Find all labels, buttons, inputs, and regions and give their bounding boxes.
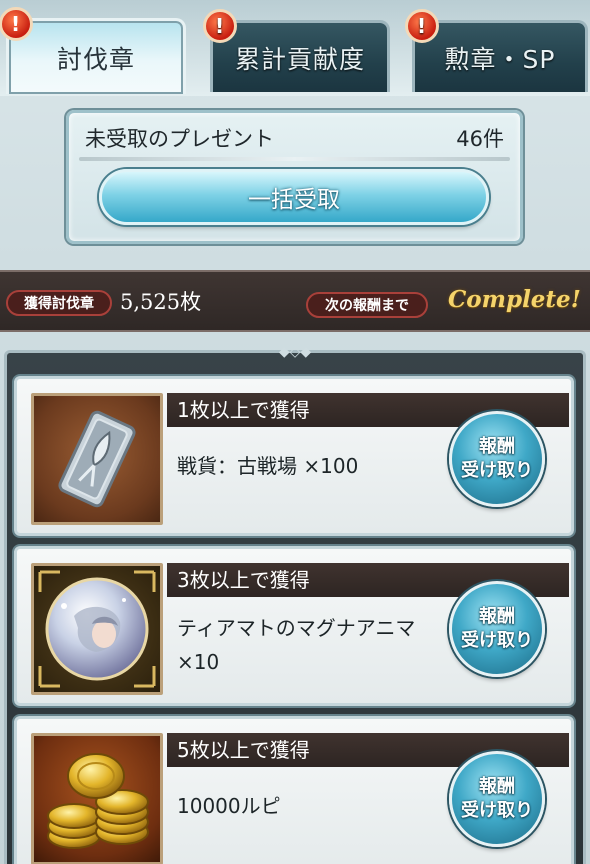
alert-icon: ! xyxy=(0,7,33,41)
claim-reward-button[interactable]: 報酬 受け取り xyxy=(449,411,545,507)
claim-button-line1: 報酬 xyxy=(479,776,515,797)
bulk-claim-button[interactable]: 一括受取 xyxy=(99,169,489,225)
reward-item-name: 戦貨：古戦場 ×100 xyxy=(177,454,359,478)
claim-button-line2: 受け取り xyxy=(461,460,533,481)
tab-medals-sp[interactable]: ! 勲章・SP xyxy=(405,9,588,92)
claim-button-line1: 報酬 xyxy=(479,606,515,627)
badge-status-bar: 獲得討伐章 5,525枚 次の報酬まで Complete! xyxy=(0,270,590,332)
reward-item: 1枚以上で獲得 戦貨：古戦場 ×100 報酬 受け取り xyxy=(14,376,574,536)
tab-battle-badges[interactable]: ! 討伐章 xyxy=(0,7,186,94)
claim-button-line2: 受け取り xyxy=(461,800,533,821)
next-reward-status: Complete! xyxy=(448,286,581,313)
tab-label: 累計貢献度 xyxy=(234,44,365,74)
present-label: 未受取のプレゼント xyxy=(85,127,274,151)
tab-label: 討伐章 xyxy=(56,44,135,74)
obtained-badges-label: 獲得討伐章 xyxy=(6,290,112,316)
divider xyxy=(79,157,510,161)
tab-label: 勲章・SP xyxy=(444,44,556,74)
next-reward-label: 次の報酬まで xyxy=(306,292,428,318)
magna-anima-orb-icon xyxy=(31,563,163,695)
rupie-coins-icon xyxy=(31,733,163,864)
alert-icon: ! xyxy=(405,9,439,43)
claim-button-line2: 受け取り xyxy=(461,630,533,651)
reward-item-name: ティアマトのマグナアニマ ×10 xyxy=(177,616,416,674)
present-count: 46件 xyxy=(456,127,504,151)
reward-item: 3枚以上で獲得 ティアマトのマグナアニマ ×10 報酬 受け取り xyxy=(14,546,574,706)
claim-reward-button[interactable]: 報酬 受け取り xyxy=(449,751,545,847)
claim-button-line1: 報酬 xyxy=(479,436,515,457)
tab-bar: ! 討伐章 ! 累計貢献度 ! 勲章・SP xyxy=(0,0,590,96)
reward-item-name: 10000ルピ xyxy=(177,794,281,818)
alert-icon: ! xyxy=(203,9,237,43)
war-currency-card-icon xyxy=(31,393,163,525)
ornament-icon: ◆◇◆ xyxy=(278,344,312,360)
obtained-badges-count: 5,525枚 xyxy=(120,290,202,314)
reward-item: 5枚以上で獲得 10000ルピ 報酬 受け取り xyxy=(14,716,574,864)
claim-reward-button[interactable]: 報酬 受け取り xyxy=(449,581,545,677)
tab-cumulative-contribution[interactable]: ! 累計貢献度 xyxy=(203,9,390,92)
unclaimed-presents-panel: 未受取のプレゼント 46件 一括受取 xyxy=(66,110,523,244)
